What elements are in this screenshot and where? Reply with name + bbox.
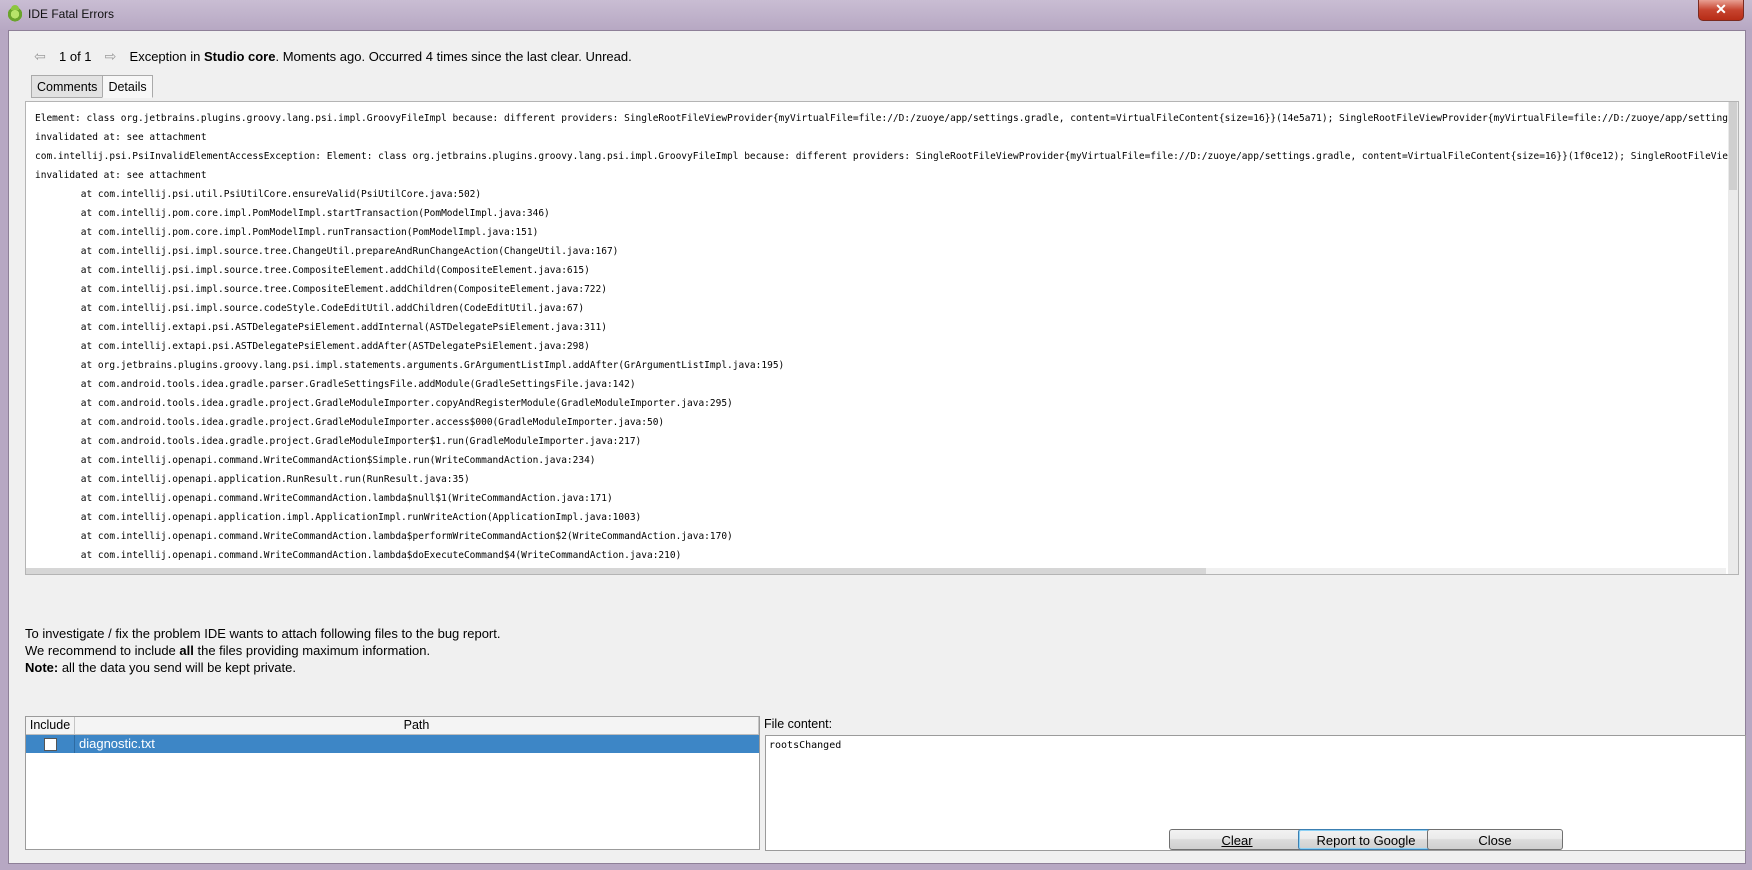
stack-trace-text[interactable]: Element: class org.jetbrains.plugins.gro… [35,109,1739,574]
stack-trace-line: at com.android.tools.idea.gradle.parser.… [35,379,636,390]
column-header-include[interactable]: Include [26,717,75,734]
table-row[interactable]: diagnostic.txt [26,735,759,753]
info-line-3: Note: all the data you send will be kept… [25,660,296,675]
stack-trace-line: at com.intellij.openapi.application.RunR… [35,474,470,485]
android-studio-icon [7,5,23,23]
stack-trace-line: at com.intellij.extapi.psi.ASTDelegatePs… [35,322,607,333]
tab-details[interactable]: Details [102,75,153,98]
plugin-name: Studio core [203,48,276,64]
exception-message: Exception in Studio core. Moments ago. O… [129,48,632,64]
error-navigation: ⇦ 1 of 1 ⇨ Exception in Studio core. Mom… [31,47,632,65]
stack-trace-line: at com.intellij.psi.impl.source.tree.Cha… [35,246,619,257]
stack-trace-line: at com.intellij.extapi.psi.ASTDelegatePs… [35,341,590,352]
info-line-1: To investigate / fix the problem IDE wan… [25,626,501,641]
vertical-scroll-thumb[interactable] [1729,102,1737,190]
attachments-table: Include Path diagnostic.txt [25,716,760,850]
dialog-content: ⇦ 1 of 1 ⇨ Exception in Studio core. Mom… [8,30,1746,864]
details-panel[interactable]: Element: class org.jetbrains.plugins.gro… [25,101,1739,575]
stack-trace-line: at com.intellij.openapi.command.WriteCom… [35,493,613,504]
stack-trace-line: at com.intellij.psi.util.PsiUtilCore.ens… [35,189,482,200]
stack-trace-line: invalidated at: see attachment [35,132,207,143]
stack-trace-line: at com.intellij.openapi.application.impl… [35,512,642,523]
file-content-text[interactable]: rootsChanged [769,740,841,751]
table-header: Include Path [26,717,759,735]
stack-trace-line: at com.intellij.psi.impl.source.codeStyl… [35,303,585,314]
stack-trace-line: at com.android.tools.idea.gradle.project… [35,436,642,447]
file-content-label: File content: [764,717,833,731]
stack-trace-line: at com.intellij.openapi.command.WriteCom… [35,455,596,466]
title-bar[interactable]: IDE Fatal Errors ✕ [0,0,1752,30]
previous-arrow-icon[interactable]: ⇦ [31,48,49,65]
tab-comments[interactable]: Comments [31,75,104,98]
window-close-icon[interactable]: ✕ [1698,0,1744,21]
stack-trace-line: at com.intellij.pom.core.impl.PomModelIm… [35,227,539,238]
attachment-info: To investigate / fix the problem IDE wan… [25,625,500,676]
window-title: IDE Fatal Errors [28,7,115,21]
stack-trace-line: at com.android.tools.idea.gradle.project… [35,398,733,409]
clear-button[interactable]: Clear [1169,829,1305,850]
stack-trace-line: at com.intellij.psi.impl.source.tree.Com… [35,265,590,276]
report-to-google-button[interactable]: Report to Google [1298,829,1434,850]
horizontal-scroll-thumb[interactable] [26,568,1206,574]
stack-trace-line: at com.intellij.pom.core.impl.PomModelIm… [35,208,550,219]
file-path-cell[interactable]: diagnostic.txt [75,735,155,753]
stack-trace-line: com.intellij.psi.PsiInvalidElementAccess… [35,151,1739,162]
info-line-2: We recommend to include all the files pr… [25,643,431,658]
include-cell [26,735,75,753]
column-header-path[interactable]: Path [75,717,759,734]
horizontal-scrollbar[interactable] [26,568,1726,574]
close-button[interactable]: Close [1427,829,1563,850]
vertical-scrollbar[interactable] [1728,102,1738,574]
stack-trace-line: invalidated at: see attachment [35,170,207,181]
ide-fatal-errors-window: IDE Fatal Errors ✕ ⇦ 1 of 1 ⇨ Exception … [0,0,1752,870]
stack-trace-line: Element: class org.jetbrains.plugins.gro… [35,113,1739,124]
include-checkbox[interactable] [43,737,57,751]
stack-trace-line: at com.intellij.openapi.command.WriteCom… [35,550,682,561]
stack-trace-line: at org.jetbrains.plugins.groovy.lang.psi… [35,360,785,371]
next-arrow-icon[interactable]: ⇨ [102,48,120,65]
error-counter: 1 of 1 [59,48,92,64]
stack-trace-line: at com.intellij.openapi.command.WriteCom… [35,531,733,542]
stack-trace-line: at com.android.tools.idea.gradle.project… [35,417,665,428]
stack-trace-line: at com.intellij.psi.impl.source.tree.Com… [35,284,607,295]
tab-bar: Comments Details [31,75,153,98]
